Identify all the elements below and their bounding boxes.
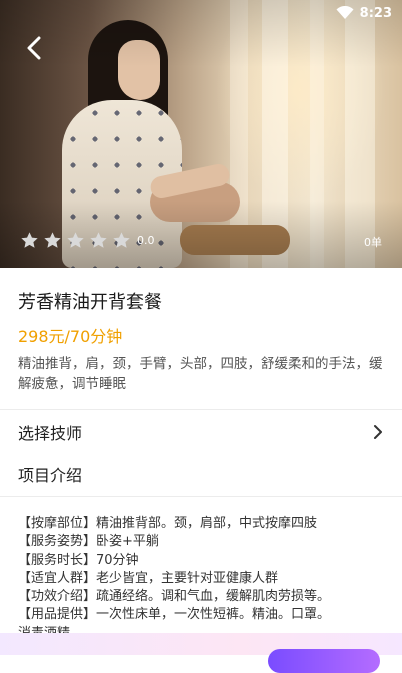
order-count: 0单 (364, 236, 382, 249)
star-icon (113, 232, 130, 248)
star-icon (44, 232, 61, 248)
detail-line: 【服务姿势】卧姿+平躺 (18, 534, 159, 550)
detail-line: 消毒酒精 (18, 625, 392, 633)
choose-technician-row[interactable]: 选择技师 (18, 420, 384, 444)
chevron-right-icon (374, 425, 382, 439)
detail-line: 【服务时长】70分钟 (18, 552, 139, 568)
wifi-icon (336, 6, 354, 19)
service-description: 精油推背，肩，颈，手臂，头部，四肢，舒缓柔和的手法，缓解疲惫，调节睡眠 (18, 356, 383, 392)
back-button[interactable] (20, 34, 48, 62)
project-intro-label: 项目介绍 (18, 466, 83, 485)
detail-line: 【适宜人群】老少皆宜，主要针对亚健康人群 (18, 570, 279, 586)
divider (0, 496, 402, 497)
service-title: 芳香精油开背套餐 (18, 292, 162, 313)
status-time: 8:23 (359, 5, 392, 21)
detail-line: 【功效介绍】疏通经络。调和气血，缓解肌肉劳损等。 (18, 589, 331, 605)
hero-image (0, 0, 402, 268)
choose-technician-label: 选择技师 (18, 424, 83, 443)
project-intro-heading: 项目介绍 (18, 462, 384, 486)
divider (0, 409, 402, 410)
project-details: 【按摩部位】精油推背部。颈，肩部，中式按摩四肢 【服务姿势】卧姿+平躺 【服务时… (18, 515, 392, 633)
detail-line: 【用品提供】一次性床单，一次性短裤。精油。口罩。 (18, 607, 331, 623)
book-button[interactable] (268, 649, 380, 673)
star-icon (67, 232, 84, 248)
star-icon (90, 232, 107, 248)
status-bar: 8:23 (336, 4, 392, 22)
rating: 0.0 (20, 231, 155, 250)
detail-line: 【按摩部位】精油推背部。颈，肩部，中式按摩四肢 (18, 516, 318, 531)
chevron-left-icon (27, 36, 41, 60)
star-icon (21, 232, 38, 248)
rating-score: 0.0 (137, 234, 155, 247)
service-price: 298元/70分钟 (18, 327, 123, 346)
